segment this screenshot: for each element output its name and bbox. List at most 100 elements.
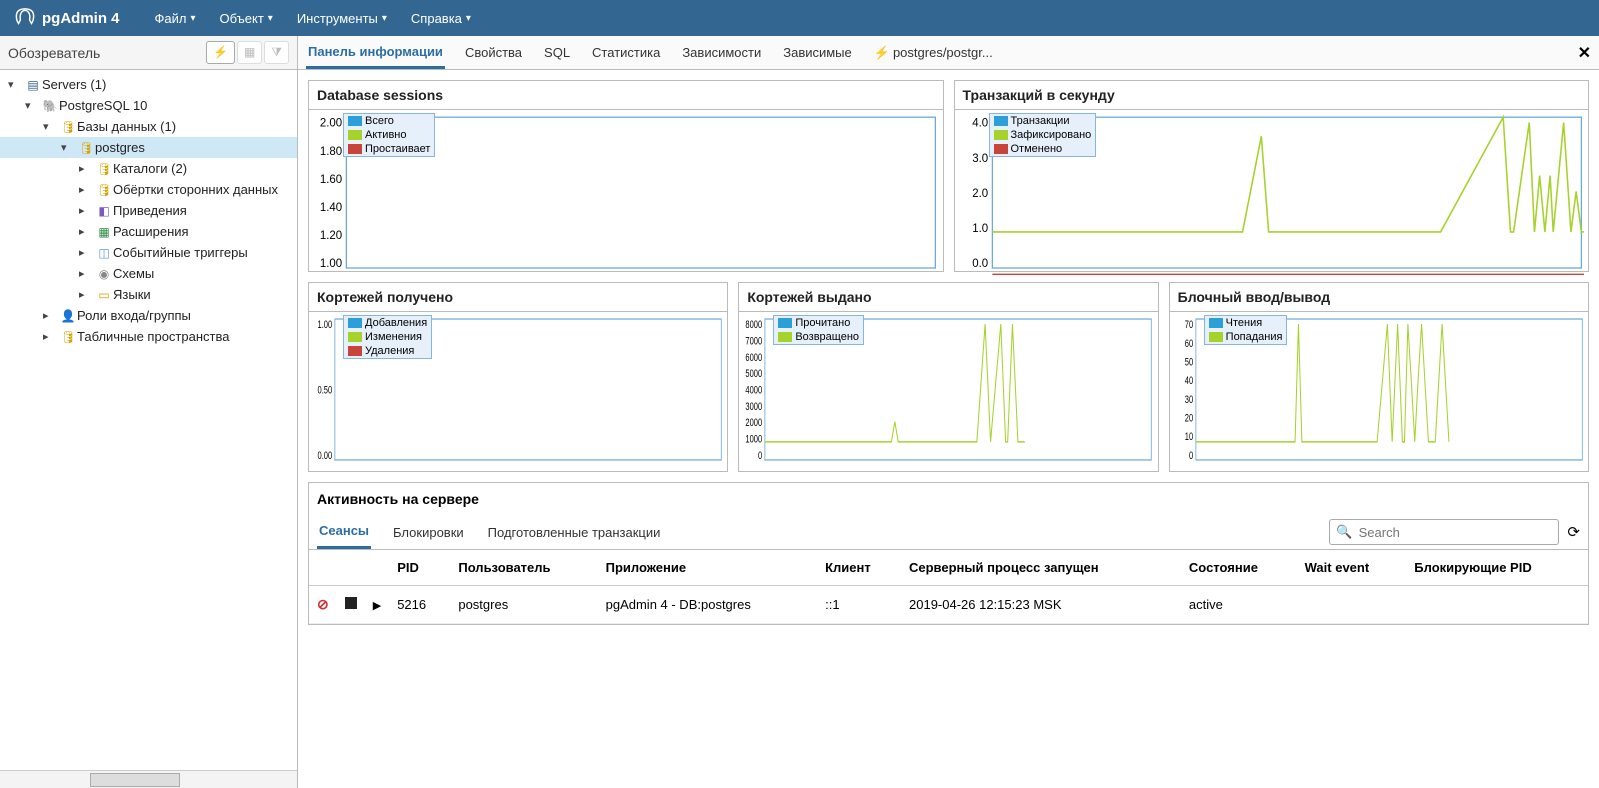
chart-legend: ВсегоАктивноПростаивает [343, 113, 435, 157]
svg-text:0.00: 0.00 [318, 450, 333, 463]
tree-node[interactable]: ▾▤Servers (1) [0, 74, 297, 95]
activity-tab[interactable]: Блокировки [391, 517, 466, 548]
chevron-icon[interactable]: ▸ [79, 267, 95, 280]
activity-search[interactable]: 🔍 [1329, 519, 1559, 545]
tree-node[interactable]: ▸▦Расширения [0, 221, 297, 242]
tab-Зависимые[interactable]: Зависимые [781, 38, 854, 67]
tab-Панель инф[interactable]: Панель информации [306, 37, 445, 69]
svg-text:7000: 7000 [746, 335, 763, 348]
tree-node[interactable]: ▸🛢Каталоги (2) [0, 158, 297, 179]
cell-state: active [1181, 586, 1297, 624]
column-header[interactable] [365, 550, 389, 586]
chart-legend: ДобавленияИзмененияУдаления [343, 315, 432, 359]
refresh-button[interactable]: ⟳ [1567, 523, 1580, 541]
column-header[interactable]: Wait event [1297, 550, 1407, 586]
cell-user: postgres [450, 586, 597, 624]
filter-button[interactable]: ⧩ [264, 41, 289, 64]
tree-node[interactable]: ▾🐘PostgreSQL 10 [0, 95, 297, 116]
browser-panel: Обозреватель ⚡ ▦ ⧩ ▾▤Servers (1)▾🐘Postgr… [0, 36, 298, 788]
menu-файл[interactable]: Файл ▾ [143, 3, 208, 34]
tab-SQL[interactable]: SQL [542, 38, 572, 67]
tree-node[interactable]: ▸🛢Табличные пространства [0, 326, 297, 347]
expand-row-icon[interactable]: ▶ [373, 600, 381, 612]
column-header[interactable] [309, 550, 337, 586]
stop-icon[interactable] [345, 597, 357, 609]
tab-Свойства[interactable]: Свойства [463, 38, 524, 67]
dashboard: Database sessions 2.001.801.601.401.201.… [298, 70, 1599, 788]
tree-node[interactable]: ▸◉Схемы [0, 263, 297, 284]
column-header[interactable]: Состояние [1181, 550, 1297, 586]
column-header[interactable] [337, 550, 365, 586]
chevron-icon[interactable]: ▾ [61, 141, 77, 154]
tab-Зависимост[interactable]: Зависимости [680, 38, 763, 67]
tree-node[interactable]: ▸🛢Обёртки сторонних данных [0, 179, 297, 200]
column-header[interactable]: PID [389, 550, 450, 586]
chevron-icon[interactable]: ▾ [25, 99, 41, 112]
chart-panel: Транзакций в секунду 4.03.02.01.00.0 Тра… [954, 80, 1590, 272]
tree-label: Табличные пространства [77, 329, 229, 344]
server-activity-panel: Активность на сервере СеансыБлокировкиПо… [308, 482, 1589, 625]
column-header[interactable]: Клиент [817, 550, 901, 586]
tab-Статистика[interactable]: Статистика [590, 38, 662, 67]
tree-label: Обёртки сторонних данных [113, 182, 278, 197]
menu-объект[interactable]: Объект ▾ [208, 3, 285, 34]
svg-text:0: 0 [758, 450, 762, 463]
chart-legend: ТранзакцииЗафиксированоОтменено [989, 113, 1097, 157]
chevron-icon[interactable]: ▸ [79, 183, 95, 196]
tree-label: Расширения [113, 224, 189, 239]
tree-node[interactable]: ▾🛢postgres [0, 137, 297, 158]
cell-start: 2019-04-26 12:15:23 MSK [901, 586, 1181, 624]
tree-label: Каталоги (2) [113, 161, 187, 176]
svg-text:1.00: 1.00 [318, 319, 333, 332]
chevron-icon[interactable]: ▾ [43, 120, 59, 133]
activity-tab[interactable]: Сеансы [317, 515, 371, 549]
chevron-icon[interactable]: ▸ [79, 246, 95, 259]
menu-справка[interactable]: Справка ▾ [399, 3, 483, 34]
chevron-icon[interactable]: ▾ [8, 78, 24, 91]
svg-text:4.0: 4.0 [972, 118, 988, 130]
column-header[interactable]: Блокирующие PID [1406, 550, 1588, 586]
tree-node[interactable]: ▾🛢Базы данных (1) [0, 116, 297, 137]
chart-title: Database sessions [309, 81, 943, 110]
svg-text:70: 70 [1184, 319, 1192, 332]
chevron-icon[interactable]: ▸ [79, 162, 95, 175]
close-icon[interactable]: ✕ [1578, 43, 1591, 63]
chart-title: Кортежей выдано [739, 283, 1157, 312]
tree-node[interactable]: ▸▭Языки [0, 284, 297, 305]
svg-text:1000: 1000 [746, 433, 763, 446]
svg-text:50: 50 [1184, 356, 1192, 369]
menu-инструменты[interactable]: Инструменты ▾ [285, 3, 399, 34]
tree-node[interactable]: ▸◧Приведения [0, 200, 297, 221]
column-header[interactable]: Серверный процесс запущен [901, 550, 1181, 586]
chevron-icon[interactable]: ▸ [79, 288, 95, 301]
chevron-icon[interactable]: ▸ [79, 225, 95, 238]
chevron-icon[interactable]: ▸ [43, 330, 59, 343]
column-header[interactable]: Пользователь [450, 550, 597, 586]
horizontal-scrollbar[interactable] [0, 770, 297, 788]
chart-title: Кортежей получено [309, 283, 727, 312]
svg-text:6000: 6000 [746, 351, 763, 364]
view-data-button[interactable]: ▦ [237, 41, 262, 64]
table-row[interactable]: ⊘ ▶ 5216 postgres pgAdmin 4 - DB:postgre… [309, 586, 1588, 624]
activity-tab[interactable]: Подготовленные транзакции [486, 517, 663, 548]
tree-label: Роли входа/группы [77, 308, 191, 323]
tree-node[interactable]: ▸◫Событийные триггеры [0, 242, 297, 263]
tree-label: Схемы [113, 266, 154, 281]
chart-panel: Кортежей получено 1.000.500.00 Добавлени… [308, 282, 728, 472]
activity-grid: PIDПользовательПриложениеКлиентСерверный… [309, 550, 1588, 624]
svg-text:2.00: 2.00 [320, 118, 342, 130]
svg-text:2000: 2000 [746, 417, 763, 430]
chart-panel: Блочный ввод/вывод 706050403020100 Чтени… [1169, 282, 1589, 472]
tree-node[interactable]: ▸👤Роли входа/группы [0, 305, 297, 326]
search-input[interactable] [1359, 525, 1553, 540]
tab-postgres/p[interactable]: ⚡postgres/postgr... [872, 38, 995, 68]
terminate-icon[interactable]: ⊘ [317, 596, 329, 612]
query-tool-button[interactable]: ⚡ [206, 41, 235, 64]
chevron-icon[interactable]: ▸ [79, 204, 95, 217]
chevron-icon[interactable]: ▸ [43, 309, 59, 322]
column-header[interactable]: Приложение [598, 550, 817, 586]
cell-client: ::1 [817, 586, 901, 624]
main-menu: Файл ▾Объект ▾Инструменты ▾Справка ▾ [143, 3, 483, 34]
cell-block [1406, 586, 1588, 624]
chart-legend: ЧтенияПопадания [1204, 315, 1288, 345]
